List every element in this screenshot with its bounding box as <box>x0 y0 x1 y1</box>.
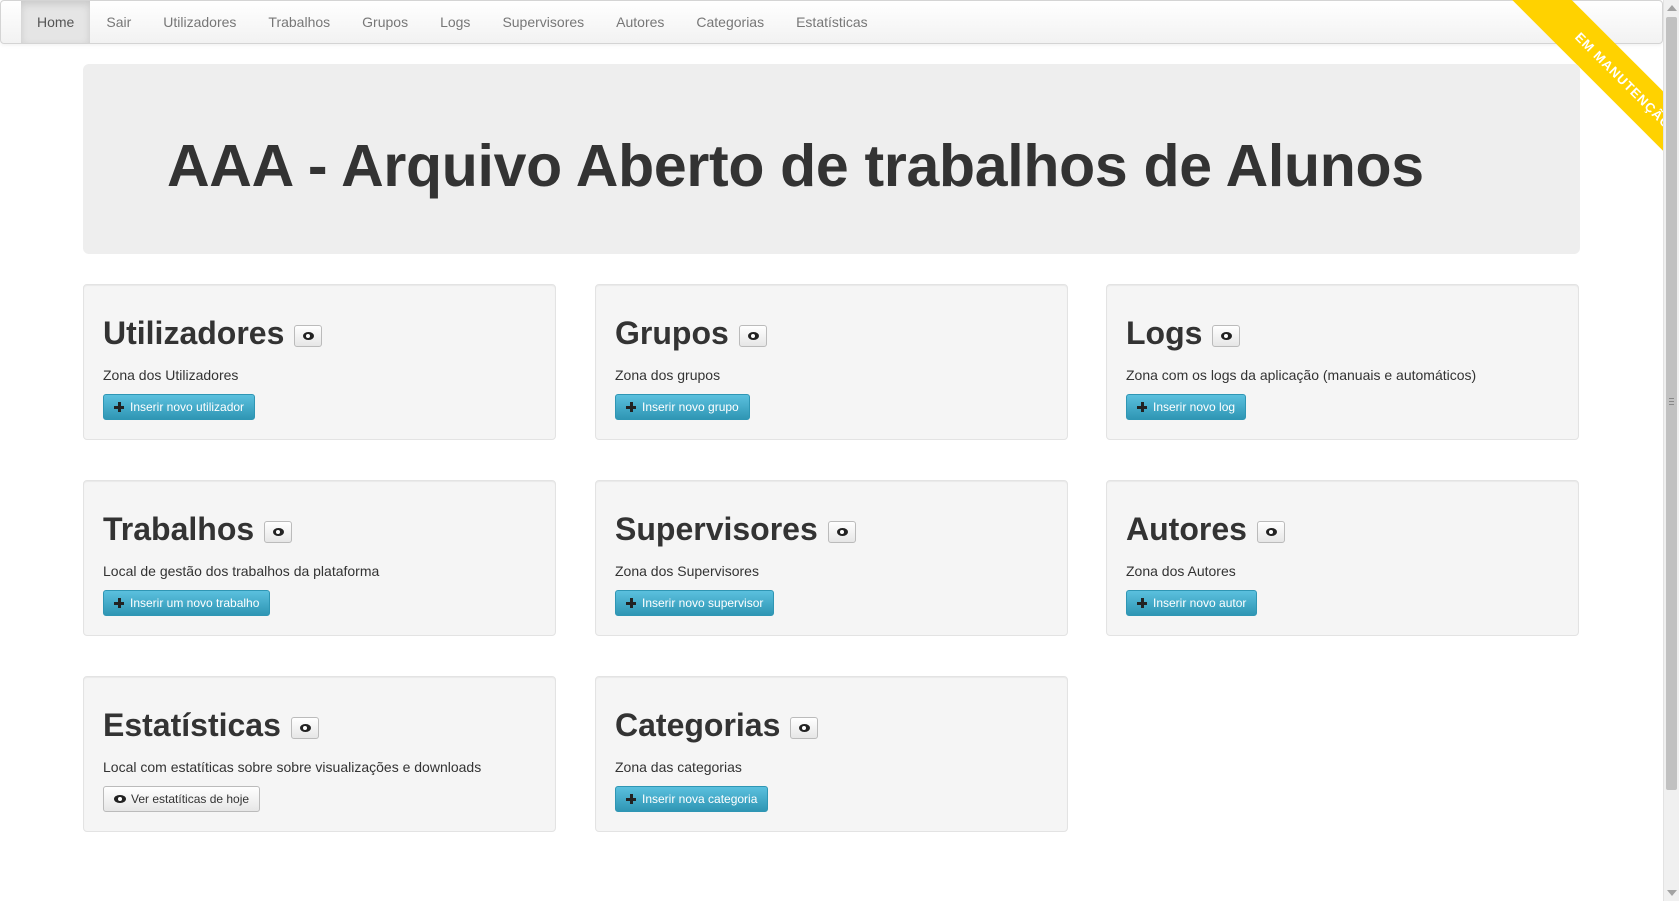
card-grupos: Grupos Zona dos grupos Inserir novo grup… <box>595 284 1068 440</box>
card-logs: Logs Zona com os logs da aplicação (manu… <box>1106 284 1579 440</box>
card-title: Utilizadores <box>103 315 285 351</box>
plus-icon <box>114 598 124 608</box>
view-trabalhos-button[interactable] <box>264 521 293 543</box>
nav-supervisores[interactable]: Supervisores <box>486 1 600 43</box>
scroll-up-arrow-icon[interactable] <box>1667 5 1677 11</box>
view-estatisticas-button[interactable] <box>290 717 319 739</box>
add-utilizador-button[interactable]: Inserir novo utilizador <box>103 394 256 420</box>
page-title: AAA - Arquivo Aberto de trabalhos de Alu… <box>167 133 1424 199</box>
eye-icon <box>1265 528 1277 536</box>
add-supervisor-button[interactable]: Inserir novo supervisor <box>615 590 775 616</box>
nav-grupos[interactable]: Grupos <box>346 1 424 43</box>
scroll-grip-icon <box>1669 398 1674 405</box>
card-autores: Autores Zona dos Autores Inserir novo au… <box>1106 480 1579 636</box>
button-label: Inserir novo utilizador <box>130 400 245 414</box>
eye-icon <box>1221 332 1233 340</box>
card-description: Local de gestão dos trabalhos da platafo… <box>103 563 380 579</box>
vertical-scrollbar[interactable] <box>1663 0 1679 901</box>
card-description: Zona com os logs da aplicação (manuais e… <box>1126 367 1477 383</box>
button-label: Inserir novo log <box>1153 400 1236 414</box>
card-title: Trabalhos <box>103 511 255 547</box>
nav-logs[interactable]: Logs <box>424 1 486 43</box>
card-supervisores: Supervisores Zona dos Supervisores Inser… <box>595 480 1068 636</box>
button-label: Ver estatíticas de hoje <box>131 792 250 806</box>
eye-icon <box>747 332 759 340</box>
button-label: Inserir novo autor <box>1153 596 1247 610</box>
view-categorias-button[interactable] <box>790 717 819 739</box>
eye-icon <box>114 795 126 803</box>
plus-icon <box>626 794 636 804</box>
hero-unit: AAA - Arquivo Aberto de trabalhos de Alu… <box>83 64 1580 254</box>
nav-utilizadores[interactable]: Utilizadores <box>147 1 252 43</box>
plus-icon <box>626 598 636 608</box>
card-title: Autores <box>1126 511 1247 547</box>
button-label: Inserir um novo trabalho <box>130 596 260 610</box>
card-trabalhos: Trabalhos Local de gestão dos trabalhos … <box>83 480 556 636</box>
card-utilizadores: Utilizadores Zona dos Utilizadores Inser… <box>83 284 556 440</box>
card-title: Supervisores <box>615 511 818 547</box>
plus-icon <box>114 402 124 412</box>
eye-icon <box>299 724 311 732</box>
card-description: Zona dos Autores <box>1126 563 1236 579</box>
button-label: Inserir novo supervisor <box>642 596 764 610</box>
add-autor-button[interactable]: Inserir novo autor <box>1126 590 1258 616</box>
add-grupo-button[interactable]: Inserir novo grupo <box>615 394 750 420</box>
plus-icon <box>1137 598 1147 608</box>
eye-icon <box>836 528 848 536</box>
card-description: Zona dos Utilizadores <box>103 367 239 383</box>
view-today-stats-button[interactable]: Ver estatíticas de hoje <box>103 786 261 812</box>
view-autores-button[interactable] <box>1256 521 1285 543</box>
scroll-down-arrow-icon[interactable] <box>1667 890 1677 896</box>
nav-autores[interactable]: Autores <box>600 1 680 43</box>
view-logs-button[interactable] <box>1212 325 1241 347</box>
add-categoria-button[interactable]: Inserir nova categoria <box>615 786 769 812</box>
eye-icon <box>303 332 315 340</box>
eye-icon <box>273 528 285 536</box>
main-nav: Home Sair Utilizadores Trabalhos Grupos … <box>21 1 884 43</box>
add-log-button[interactable]: Inserir novo log <box>1126 394 1247 420</box>
nav-categorias[interactable]: Categorias <box>680 1 780 43</box>
card-description: Zona das categorias <box>615 759 742 775</box>
view-utilizadores-button[interactable] <box>294 325 323 347</box>
card-title: Grupos <box>615 315 729 351</box>
top-navbar: Home Sair Utilizadores Trabalhos Grupos … <box>0 0 1663 44</box>
card-description: Zona dos grupos <box>615 367 721 383</box>
nav-sair[interactable]: Sair <box>90 1 147 43</box>
button-label: Inserir novo grupo <box>642 400 739 414</box>
nav-estatisticas[interactable]: Estatísticas <box>780 1 884 43</box>
card-categorias: Categorias Zona das categorias Inserir n… <box>595 676 1068 832</box>
plus-icon <box>1137 402 1147 412</box>
card-estatisticas: Estatísticas Local com estatíticas sobre… <box>83 676 556 832</box>
card-description: Zona dos Supervisores <box>615 563 759 579</box>
card-description: Local com estatíticas sobre sobre visual… <box>103 759 482 775</box>
plus-icon <box>626 402 636 412</box>
eye-icon <box>799 724 811 732</box>
view-supervisores-button[interactable] <box>827 521 856 543</box>
card-title: Categorias <box>615 707 781 743</box>
view-grupos-button[interactable] <box>738 325 767 347</box>
nav-home[interactable]: Home <box>21 1 91 43</box>
card-title: Logs <box>1126 315 1203 351</box>
button-label: Inserir nova categoria <box>642 792 758 806</box>
card-title: Estatísticas <box>103 707 281 743</box>
add-trabalho-button[interactable]: Inserir um novo trabalho <box>103 590 271 616</box>
nav-trabalhos[interactable]: Trabalhos <box>252 1 346 43</box>
